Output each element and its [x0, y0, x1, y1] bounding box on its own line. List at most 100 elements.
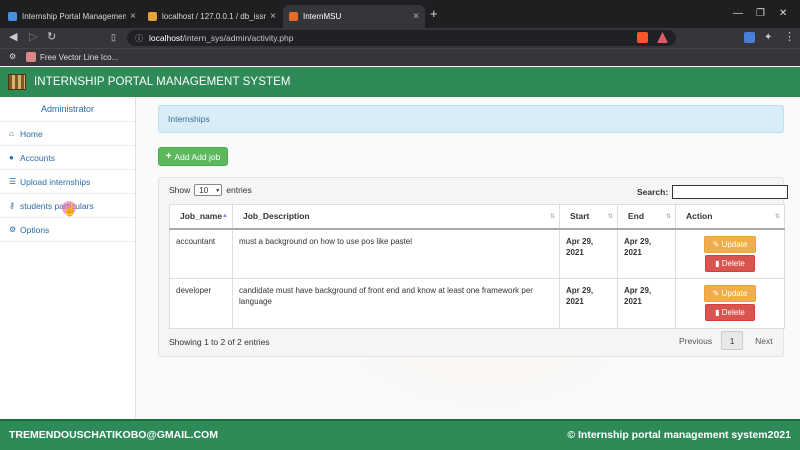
delete-button[interactable]: ▮ Delete: [705, 254, 755, 272]
sidebar-item-label: students particulars: [20, 200, 94, 211]
sort-icon: ⇅: [774, 214, 780, 220]
entries-select[interactable]: 10 ▾: [194, 184, 223, 196]
show-label: Show: [169, 185, 191, 195]
app-logo: [8, 74, 26, 90]
trash-icon: ▮: [715, 258, 720, 268]
entries-label: entries: [226, 185, 252, 195]
sidebar-item-label: Accounts: [20, 152, 55, 163]
delete-label: Delete: [721, 258, 745, 268]
cell-end: Apr 29, 2021: [617, 228, 676, 279]
table-row: accountant must a background on how to u…: [169, 228, 785, 279]
search-control: Search:: [637, 185, 789, 199]
bookmarks-apps-icon[interactable]: ⚙: [9, 52, 16, 61]
gear-icon: ⚙: [9, 225, 17, 234]
forward-arrow-icon[interactable]: ▷: [29, 31, 37, 44]
jobs-table-panel: Show 10 ▾ entries Search: Job_name ▲ Job…: [158, 177, 789, 357]
bookmark-item[interactable]: Free Vector Line Ico...: [26, 52, 118, 62]
cell-job-name: accountant: [169, 228, 233, 279]
sidebar-item-home[interactable]: ⌂ Home: [0, 122, 135, 146]
search-input[interactable]: [672, 185, 789, 199]
tab-label: InternMSU: [303, 12, 342, 21]
delete-button[interactable]: ▮ Delete: [705, 304, 755, 321]
update-label: Update: [721, 239, 748, 249]
browser-tab-internmsu[interactable]: InternMSU ×: [283, 5, 425, 28]
browser-tab-portal[interactable]: Internship Portal Management System ×: [2, 5, 142, 28]
sidebar-user-label: Administrator: [0, 97, 135, 122]
column-header-action[interactable]: Action ⇅: [675, 204, 785, 230]
extensions-puzzle-icon[interactable]: ✦: [764, 31, 772, 44]
sidebar-item-upload-internships[interactable]: ☰ Upload internships: [0, 170, 135, 194]
reload-icon[interactable]: ↻: [47, 31, 56, 44]
new-tab-button[interactable]: +: [430, 7, 438, 20]
search-label: Search:: [637, 187, 669, 197]
sort-icon: ⇅: [549, 214, 555, 220]
url-host: localhost: [149, 33, 183, 43]
cell-description: candidate must have background of front …: [232, 278, 560, 329]
table-row: developer candidate must have background…: [169, 278, 785, 329]
sidebar-item-accounts[interactable]: ● Accounts: [0, 146, 135, 170]
bookmark-favicon-icon: [26, 52, 36, 62]
sidebar-item-options[interactable]: ⚙ Options: [0, 218, 135, 242]
menu-icon[interactable]: ⋮: [784, 31, 795, 44]
browser-tab-bar: Internship Portal Management System × lo…: [0, 0, 800, 28]
window-maximize-button[interactable]: ❐: [756, 8, 765, 19]
update-label: Update: [721, 289, 748, 298]
entries-length-control: Show 10 ▾ entries: [169, 184, 252, 196]
tab-favicon-icon: [8, 12, 17, 21]
hand-pointer-icon: ☝: [63, 205, 77, 217]
cell-action: ✎ Update ▮ Delete: [675, 228, 785, 279]
column-header-job-name[interactable]: Job_name ▲: [169, 204, 233, 230]
main-content: Internships + Add Add job Show 10 ▾ entr…: [136, 97, 800, 427]
list-icon: ☰: [9, 177, 17, 186]
bookmark-icon[interactable]: ▯: [111, 31, 116, 44]
column-header-start[interactable]: Start ⇅: [559, 204, 618, 230]
entries-select-value: 10: [199, 185, 209, 195]
user-icon: ●: [9, 153, 14, 162]
sidebar: Administrator ⌂ Home ● Accounts ☰ Upload…: [0, 97, 136, 419]
pagination-page-1[interactable]: 1: [721, 331, 744, 350]
update-button[interactable]: ✎ Update: [704, 285, 756, 302]
tab-close-icon[interactable]: ×: [130, 11, 136, 22]
add-job-button[interactable]: + Add Add job: [158, 147, 228, 166]
tab-close-icon[interactable]: ×: [413, 11, 419, 22]
window-close-button[interactable]: ✕: [779, 8, 787, 19]
bookmarks-bar: ⚙ Free Vector Line Ico...: [0, 48, 800, 66]
column-header-label: Job_name: [180, 211, 223, 222]
column-header-end[interactable]: End ⇅: [617, 204, 676, 230]
edit-icon: ✎: [712, 289, 720, 298]
tab-favicon-icon: [289, 12, 298, 21]
sidebar-item-label: Options: [20, 224, 50, 235]
info-icon[interactable]: ⓘ: [135, 33, 143, 44]
column-header-job-description[interactable]: Job_Description ⇅: [232, 204, 560, 230]
chevron-down-icon: ▾: [216, 187, 220, 194]
table-header-row: Job_name ▲ Job_Description ⇅ Start ⇅ End…: [169, 204, 785, 230]
back-arrow-icon[interactable]: ◀: [9, 31, 17, 44]
update-button[interactable]: ✎ Update: [704, 235, 756, 253]
tab-close-icon[interactable]: ×: [270, 11, 276, 22]
trash-icon: ▮: [715, 308, 720, 317]
plus-icon: +: [165, 151, 172, 162]
cell-action: ✎ Update ▮ Delete: [675, 278, 785, 329]
address-bar[interactable]: ⓘ localhost /intern_sys/admin/activity.p…: [127, 30, 676, 46]
url-path: /intern_sys/admin/activity.php: [182, 33, 294, 43]
home-icon: ⌂: [9, 129, 14, 138]
add-job-label: Add Add job: [174, 151, 221, 162]
translate-extension-icon[interactable]: [744, 32, 755, 43]
tab-label: Internship Portal Management System: [22, 12, 127, 21]
pagination-previous[interactable]: Previous: [679, 336, 712, 346]
footer-email: TREMENDOUSCHATIKOBO@GMAIL.COM: [9, 429, 218, 441]
cell-start: Apr 29, 2021: [559, 278, 618, 329]
sidebar-item-label: Home: [20, 128, 43, 139]
pagination-next[interactable]: Next: [755, 336, 772, 346]
cell-start: Apr 29, 2021: [559, 228, 618, 279]
window-minimize-button[interactable]: —: [733, 8, 743, 19]
browser-toolbar: ◀ ▷ ↻ ▯ ⓘ localhost /intern_sys/admin/ac…: [0, 28, 800, 48]
footer-copyright: © Internship portal management system202…: [567, 429, 791, 441]
brave-shield-icon[interactable]: [637, 32, 648, 43]
column-header-label: Action: [686, 211, 713, 222]
jobs-table: Job_name ▲ Job_Description ⇅ Start ⇅ End…: [169, 204, 785, 329]
delete-label: Delete: [721, 308, 745, 317]
sidebar-item-label: Upload internships: [20, 176, 91, 187]
browser-tab-phpmyadmin[interactable]: localhost / 127.0.0.1 / db_issm | phpMy …: [142, 5, 282, 28]
pagination: Previous 1 Next: [679, 331, 773, 350]
